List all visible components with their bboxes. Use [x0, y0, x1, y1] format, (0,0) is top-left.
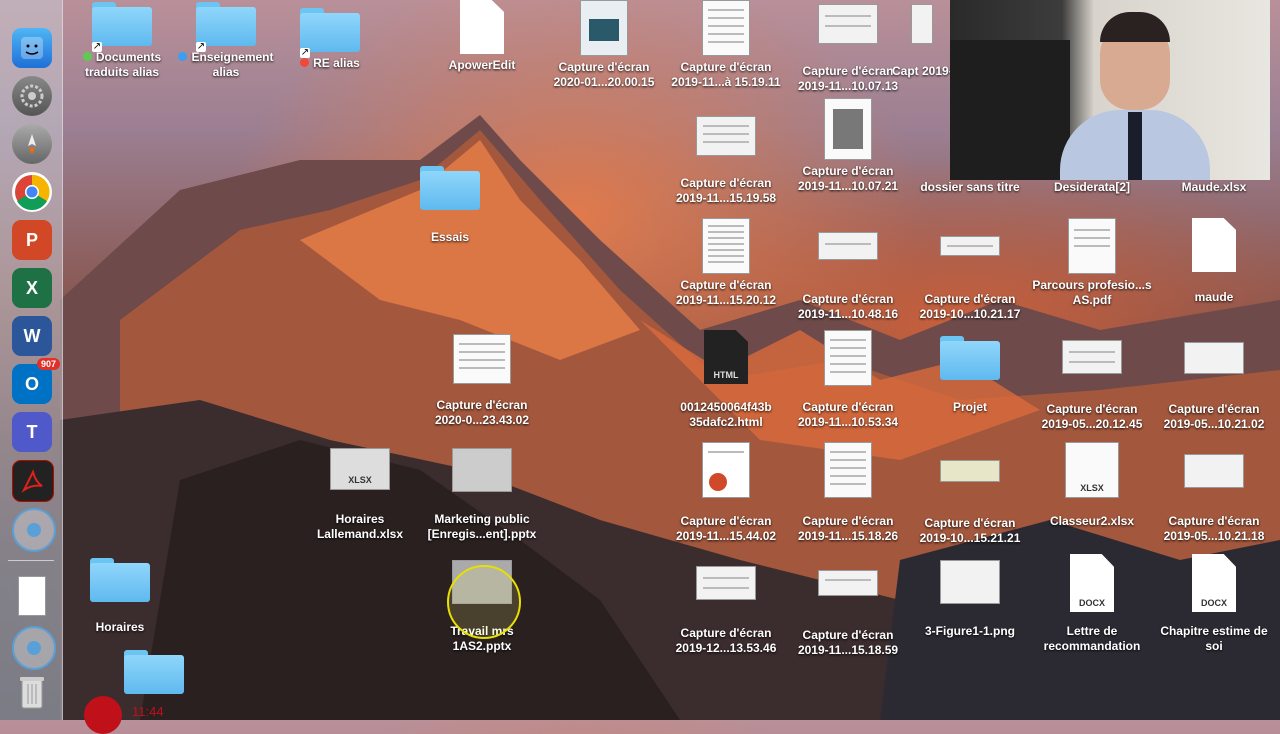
finder-icon[interactable]: [12, 28, 52, 68]
xlsx-thumbnail: XLSX: [330, 448, 390, 490]
folder-item[interactable]: [92, 650, 216, 694]
lettre-docx-file[interactable]: DOCX Lettre de recommandation: [1030, 554, 1154, 654]
screenshot-file[interactable]: Capture d'écran 2019-10...10.21.17: [908, 236, 1032, 322]
screenshot-file[interactable]: Capture d'écran 2019-05...10.21.18: [1152, 454, 1276, 544]
teams-icon[interactable]: T: [12, 412, 52, 452]
recording-time: 11:44: [132, 704, 164, 719]
excel-icon[interactable]: X: [12, 268, 52, 308]
screenshot-file[interactable]: Capture d'écran 2019-10...15.21.21: [908, 460, 1032, 546]
acrobat-icon[interactable]: [12, 460, 54, 502]
system-preferences-icon[interactable]: [12, 76, 52, 116]
essais-folder[interactable]: Essais: [388, 166, 512, 245]
thumbnail: [453, 334, 511, 384]
thumbnail: [1184, 342, 1244, 374]
screenshot-file[interactable]: Capt 2019-: [892, 4, 952, 79]
thumbnail: [911, 4, 933, 44]
powerpoint-icon[interactable]: P: [12, 220, 52, 260]
screenshot-file[interactable]: Capture d'écran 2019-11...à 15.19.11: [664, 0, 788, 90]
folder-icon: [196, 2, 256, 46]
figure-png-file[interactable]: 3-Figure1-1.png: [908, 560, 1032, 639]
document-icon: [1192, 218, 1236, 272]
dock: P X W O 907 T: [0, 0, 63, 720]
thumbnail: [940, 560, 1000, 604]
marketing-pptx[interactable]: Marketing public [Enregis...ent].pptx: [420, 448, 544, 542]
screenshot-file[interactable]: Capture d'écran 2019-11...10.53.34: [786, 330, 910, 430]
webcam-overlay: [950, 0, 1270, 180]
screenshot-file[interactable]: Capture d'écran 2019-05...10.21.02: [1152, 342, 1276, 432]
screenshot-file[interactable]: Capture d'écran 2020-0...23.43.02: [420, 334, 544, 428]
app-icon[interactable]: [12, 508, 56, 552]
cursor-highlight: [447, 565, 521, 639]
screenshot-file[interactable]: Capture d'écran 2019-11...15.18.59: [786, 570, 910, 658]
person-hair: [1100, 12, 1170, 42]
unread-badge: 907: [36, 358, 60, 370]
pptx-thumbnail: [452, 448, 512, 492]
re-alias[interactable]: ↗ RE alias: [268, 8, 392, 71]
thumbnail: [702, 442, 750, 498]
app-icon[interactable]: [12, 626, 56, 670]
html-file[interactable]: HTML 0012450064f43b 35dafc2.html: [664, 330, 788, 430]
person-tie: [1128, 112, 1142, 180]
chapitre-docx-file[interactable]: DOCX Chapitre estime de soi: [1152, 554, 1276, 654]
thumbnail: [818, 4, 878, 44]
blue-tag-icon: [178, 52, 188, 61]
screenshot-file[interactable]: Capture d'écran 2020-01...20.00.15: [542, 0, 666, 90]
document-icon: [460, 0, 504, 54]
folder-icon: [92, 2, 152, 46]
screenshot-file[interactable]: Capture d'écran 2019-11...10.48.16: [786, 232, 910, 322]
thumbnail: [702, 218, 750, 274]
folder-icon: [420, 166, 480, 210]
parcours-pdf-file[interactable]: Parcours profesio...s AS.pdf: [1030, 218, 1154, 308]
folder-icon: [300, 8, 360, 52]
trash-icon[interactable]: [12, 672, 52, 712]
horaires-lallemand-xlsx[interactable]: XLSX Horaires Lallemand.xlsx: [298, 448, 422, 542]
thumbnail: [824, 442, 872, 498]
thumbnail: [940, 460, 1000, 482]
red-tag-icon: [300, 58, 310, 67]
folder-icon: [90, 558, 150, 602]
launchpad-icon[interactable]: [12, 124, 52, 164]
thumbnail: [696, 116, 756, 156]
alias-arrow-icon: ↗: [196, 41, 206, 52]
thumbnail: [1068, 218, 1116, 274]
screenshot-file[interactable]: Capture d'écran 2019-11...15.18.26: [786, 442, 910, 544]
apoweredit-file[interactable]: ApowerEdit: [420, 0, 544, 73]
horaires-folder[interactable]: Horaires: [58, 558, 182, 635]
docx-icon: DOCX: [1192, 554, 1236, 612]
thumbnail: [824, 98, 872, 160]
document-icon[interactable]: [12, 576, 52, 616]
record-stop-icon[interactable]: [84, 696, 122, 734]
thumbnail: [1062, 340, 1122, 374]
thumbnail: [580, 0, 628, 56]
thumbnail: [818, 232, 878, 260]
thumbnail: [696, 566, 756, 600]
screenshot-file[interactable]: Capture d'écran 2019-11...15.44.02: [664, 442, 788, 544]
thumbnail: [940, 236, 1000, 256]
projet-folder[interactable]: Projet: [908, 336, 1032, 415]
xlsx-thumbnail: XLSX: [1065, 442, 1119, 498]
maude-file[interactable]: maude: [1152, 218, 1276, 305]
screenshot-file[interactable]: Capture d'écran 2019-11...15.19.58: [664, 116, 788, 206]
html-document-icon: HTML: [704, 330, 748, 384]
folder-icon: [940, 336, 1000, 380]
classeur2-xlsx[interactable]: XLSX Classeur2.xlsx: [1030, 442, 1154, 529]
screenshot-file[interactable]: Capture d'écran 2019-11...15.20.12: [664, 218, 788, 308]
thumbnail: [1184, 454, 1244, 488]
green-tag-icon: [82, 52, 92, 61]
word-icon[interactable]: W: [12, 316, 52, 356]
thumbnail: [818, 570, 878, 596]
thumbnail: [824, 330, 872, 386]
screenshot-file[interactable]: Capture d'écran 2019-12...13.53.46: [664, 566, 788, 656]
thumbnail: [702, 0, 750, 56]
folder-icon: [124, 650, 184, 694]
cabinet: [950, 40, 1070, 180]
alias-arrow-icon: ↗: [300, 47, 310, 58]
docx-icon: DOCX: [1070, 554, 1114, 612]
screenshot-file[interactable]: Capture d'écran 2019-05...20.12.45: [1030, 340, 1154, 432]
screenshot-file[interactable]: Capture d'écran 2019-11...10.07.21: [786, 98, 910, 194]
alias-arrow-icon: ↗: [92, 41, 102, 52]
dock-divider: [8, 560, 54, 561]
chrome-icon[interactable]: [12, 172, 52, 212]
outlook-icon[interactable]: O 907: [12, 358, 60, 404]
